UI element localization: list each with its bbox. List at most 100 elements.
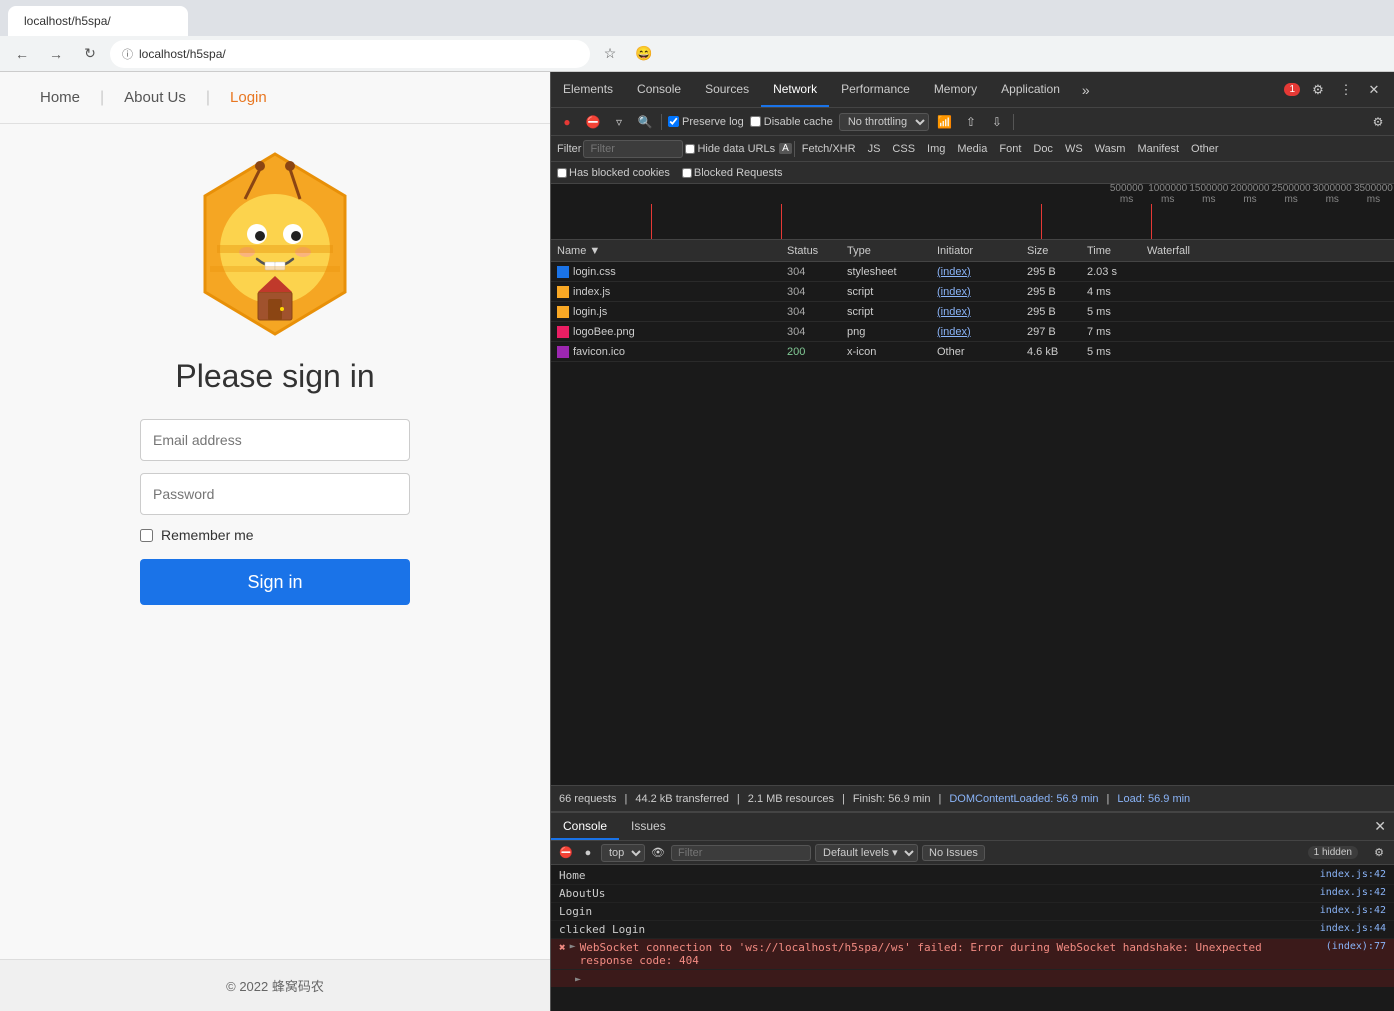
url-text: localhost/h5spa/ [139,47,226,61]
disable-cache-checkbox[interactable]: Disable cache [750,116,833,128]
disable-cache-input[interactable] [750,116,761,127]
hide-data-urls-checkbox[interactable]: Hide data URLs A [685,143,791,155]
tab-performance[interactable]: Performance [829,72,922,107]
type-media[interactable]: Media [952,142,992,156]
browser-tab-bar: localhost/h5spa/ [0,0,1394,36]
no-issues-button[interactable]: No Issues [922,845,985,861]
console-source[interactable]: index.js:44 [1286,923,1386,934]
nav-home[interactable]: Home [20,89,100,106]
console-source[interactable]: index.js:42 [1286,905,1386,916]
type-other[interactable]: Other [1186,142,1224,156]
table-row[interactable]: login.js 304 script (index) 295 B 5 ms [551,302,1394,322]
throttle-select[interactable]: No throttling [839,113,929,131]
nav-login[interactable]: Login [210,89,287,106]
filter-toggle-button[interactable]: ▿ [609,112,629,132]
col-size[interactable]: Size [1021,245,1081,257]
devtools-settings-button[interactable]: ⚙ [1306,78,1330,102]
type-img[interactable]: Img [922,142,950,156]
summary-sep-2: | [737,793,740,805]
clear-button[interactable]: ⛔ [583,112,603,132]
devtools-more-button[interactable]: ⋮ [1334,78,1358,102]
table-row[interactable]: logoBee.png 304 png (index) 297 B 7 ms [551,322,1394,342]
type-font[interactable]: Font [994,142,1026,156]
type-js[interactable]: JS [863,142,886,156]
type-wasm[interactable]: Wasm [1090,142,1131,156]
summary-finish: Finish: 56.9 min [853,793,931,805]
reload-button[interactable]: ↻ [76,40,104,68]
console-settings-button[interactable]: ⚙ [1370,844,1388,862]
preserve-log-input[interactable] [668,116,679,127]
type-manifest[interactable]: Manifest [1132,142,1184,156]
tab-elements[interactable]: Elements [551,72,625,107]
filter-input[interactable] [583,140,683,158]
tab-network[interactable]: Network [761,72,829,107]
tab-memory[interactable]: Memory [922,72,989,107]
upload-button[interactable]: ⇧ [961,112,981,132]
more-tabs-button[interactable]: » [1076,82,1096,98]
context-select[interactable]: top [601,844,645,862]
row-time: 2.03 s [1081,266,1141,278]
col-name[interactable]: Name ▼ [551,245,781,257]
col-type[interactable]: Type [841,245,931,257]
back-button[interactable]: ← [8,40,36,68]
console-msg: Home [559,869,1286,882]
blocked-requests-checkbox[interactable]: Blocked Requests [682,167,783,179]
tl-1500k: 1500000 ms [1188,184,1229,205]
type-doc[interactable]: Doc [1028,142,1058,156]
email-input[interactable] [140,419,410,461]
col-time[interactable]: Time [1081,245,1141,257]
redline-4 [1151,204,1152,240]
table-row[interactable]: login.css 304 stylesheet (index) 295 B 2… [551,262,1394,282]
levels-select[interactable]: Default levels ▾ [815,844,918,862]
row-type: x-icon [841,346,931,358]
tab-sources[interactable]: Sources [693,72,761,107]
expand-arrow-2[interactable]: ► [575,974,581,985]
tab-console[interactable]: Console [625,72,693,107]
devtools-tab-bar: Elements Console Sources Network Perform… [551,72,1394,108]
password-input[interactable] [140,473,410,515]
console-toolbar: ⛔ ● top 👁 Default levels ▾ No Issues 1 h… [551,841,1394,865]
col-initiator[interactable]: Initiator [931,245,1021,257]
sign-in-button[interactable]: Sign in [140,559,410,605]
console-filter-input[interactable] [671,845,811,861]
console-line-login: Login index.js:42 [551,903,1394,921]
console-preserve-button[interactable]: ● [579,844,597,862]
nav-about[interactable]: About Us [104,89,206,106]
hide-data-urls-input[interactable] [685,144,695,154]
console-tab-issues[interactable]: Issues [619,813,678,840]
table-row[interactable]: index.js 304 script (index) 295 B 4 ms [551,282,1394,302]
network-settings-button[interactable]: ⚙ [1368,112,1388,132]
col-status[interactable]: Status [781,245,841,257]
console-source[interactable]: index.js:42 [1286,869,1386,880]
type-fetch-xhr[interactable]: Fetch/XHR [797,142,861,156]
browser-tab[interactable]: localhost/h5spa/ [8,6,188,36]
search-button[interactable]: 🔍 [635,112,655,132]
forward-button[interactable]: → [42,40,70,68]
type-css[interactable]: CSS [887,142,920,156]
record-button[interactable]: ● [557,112,577,132]
type-ws[interactable]: WS [1060,142,1088,156]
table-row[interactable]: favicon.ico 200 x-icon Other 4.6 kB 5 ms [551,342,1394,362]
console-close-button[interactable]: ✕ [1374,818,1386,835]
console-tab-console[interactable]: Console [551,813,619,840]
has-blocked-cookies-input[interactable] [557,168,567,178]
remember-checkbox[interactable] [140,529,153,542]
bookmark-button[interactable]: ☆ [596,40,624,68]
has-blocked-cookies-checkbox[interactable]: Has blocked cookies [557,167,670,179]
console-clear-button[interactable]: ⛔ [557,844,575,862]
download-button[interactable]: ⇩ [987,112,1007,132]
file-icon-ico [557,346,569,358]
profile-button[interactable]: 😄 [630,40,658,68]
url-bar[interactable]: ⓘ localhost/h5spa/ [110,40,590,68]
col-waterfall[interactable]: Waterfall [1141,245,1394,257]
console-source[interactable]: (index):77 [1286,941,1386,952]
console-eye-button[interactable]: 👁 [649,844,667,862]
row-initiator: (index) [931,306,1021,318]
devtools-close-button[interactable]: ✕ [1362,78,1386,102]
blocked-requests-input[interactable] [682,168,692,178]
preserve-log-checkbox[interactable]: Preserve log [668,116,744,128]
wifi-button[interactable]: 📶 [935,112,955,132]
expand-arrow[interactable]: ► [570,941,576,952]
tab-application[interactable]: Application [989,72,1072,107]
console-source[interactable]: index.js:42 [1286,887,1386,898]
